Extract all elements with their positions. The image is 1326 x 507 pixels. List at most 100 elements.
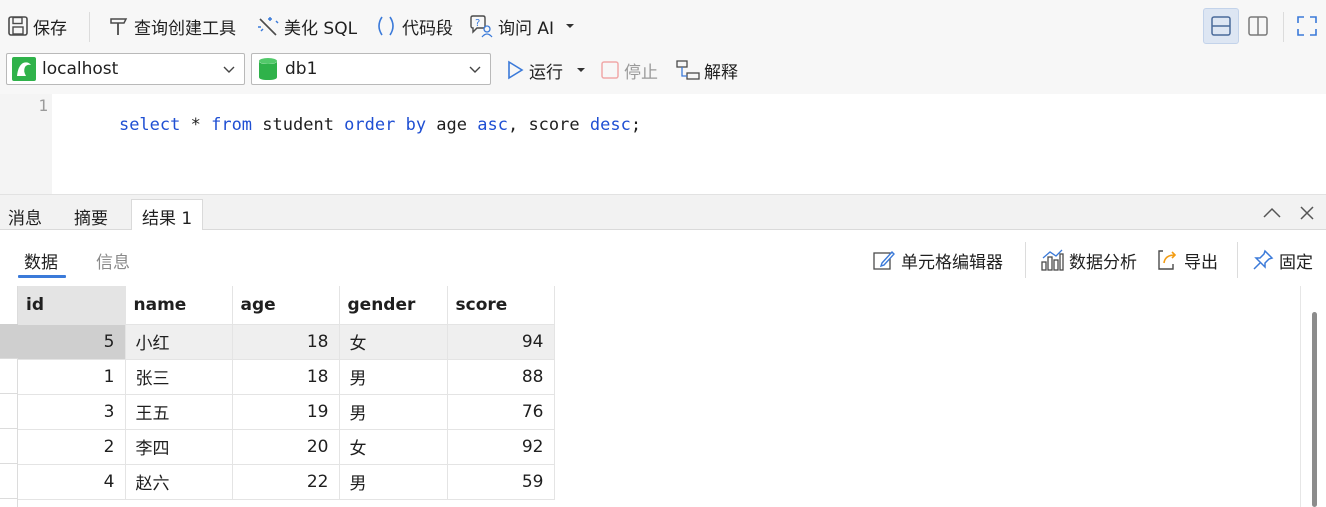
save-label: 保存 (33, 18, 67, 39)
sql-text: , score (507, 115, 590, 135)
toolbar-separator (1025, 242, 1026, 278)
tab-data[interactable]: 数据 (24, 248, 58, 273)
cell-gender[interactable]: 女 (339, 324, 448, 360)
column-header-gender[interactable]: gender (339, 286, 448, 325)
hammer-icon (110, 18, 128, 35)
server-select[interactable]: localhost (6, 53, 245, 85)
close-icon[interactable] (1299, 205, 1315, 221)
stop-label: 停止 (624, 62, 658, 83)
row-header[interactable] (0, 429, 18, 464)
row-header[interactable] (0, 464, 18, 499)
query-builder-button[interactable]: 查询创建工具 (108, 10, 236, 42)
toolbar-separator (89, 12, 90, 42)
cell-name[interactable]: 张三 (125, 359, 233, 395)
split-vertical-icon (1248, 16, 1268, 36)
data-table: id name age gender score 5 小红 18 女 94 1 … (18, 286, 555, 500)
beautify-sql-label: 美化 SQL (284, 18, 358, 39)
tab-messages-label: 消息 (8, 208, 42, 229)
cell-age[interactable]: 20 (232, 429, 340, 465)
ask-ai-button[interactable]: ? 询问 AI (468, 10, 576, 42)
beautify-sql-button[interactable]: 美化 SQL (256, 10, 357, 42)
cell-id[interactable]: 2 (18, 429, 126, 465)
cell-age[interactable]: 22 (232, 464, 340, 500)
row-header[interactable] (0, 359, 18, 394)
layout-vertical-split-button[interactable] (1240, 8, 1276, 44)
main-toolbar: 保存 查询创建工具 美化 SQL 代码段 ? 询问 AI (0, 0, 1326, 50)
svg-text:?: ? (475, 18, 480, 29)
cell-name[interactable]: 王五 (125, 394, 233, 430)
cell-score[interactable]: 59 (447, 464, 555, 500)
cell-name[interactable]: 小红 (125, 324, 233, 360)
sql-keyword-desc: desc (589, 115, 631, 135)
table-row[interactable]: 5 小红 18 女 94 (18, 324, 555, 360)
cell-score[interactable]: 92 (447, 429, 555, 465)
cell-id[interactable]: 4 (18, 464, 126, 500)
cell-name[interactable]: 李四 (125, 429, 233, 465)
fullscreen-icon (1297, 16, 1317, 36)
table-row[interactable]: 4 赵六 22 男 59 (18, 464, 555, 500)
mysql-server-icon (12, 57, 36, 81)
cell-age[interactable]: 19 (232, 394, 340, 430)
cell-id[interactable]: 5 (18, 324, 126, 360)
explain-button[interactable]: 解释 (676, 54, 738, 86)
export-button[interactable]: 导出 (1155, 246, 1218, 274)
sql-keyword-order-by: order by (344, 115, 427, 135)
server-name: localhost (42, 59, 119, 79)
column-header-score[interactable]: score (447, 286, 555, 325)
fullscreen-button[interactable] (1289, 8, 1325, 44)
cell-gender[interactable]: 男 (339, 464, 448, 500)
tab-result-1[interactable]: 结果 1 (131, 199, 204, 232)
sql-text: ; (630, 115, 642, 135)
save-button[interactable]: 保存 (7, 10, 67, 42)
data-analysis-button[interactable]: 数据分析 (1040, 246, 1137, 274)
cell-age[interactable]: 18 (232, 359, 340, 395)
layout-horizontal-split-button[interactable] (1203, 8, 1239, 44)
collapse-up-icon[interactable] (1262, 206, 1282, 220)
tab-summary-label: 摘要 (74, 208, 108, 229)
run-label: 运行 (529, 62, 563, 83)
tab-summary[interactable]: 摘要 (74, 201, 108, 231)
caret-down-icon[interactable] (575, 65, 587, 75)
scrollbar-thumb[interactable] (1312, 312, 1317, 507)
row-header[interactable] (0, 324, 18, 359)
table-row[interactable]: 2 李四 20 女 92 (18, 429, 555, 465)
table-row[interactable]: 3 王五 19 男 76 (18, 394, 555, 430)
save-icon (8, 16, 28, 36)
sql-text: age (426, 115, 478, 135)
cell-gender[interactable]: 女 (339, 429, 448, 465)
cell-id[interactable]: 1 (18, 359, 126, 395)
caret-down-icon[interactable] (564, 21, 576, 31)
vertical-scrollbar[interactable] (1300, 286, 1326, 507)
database-select[interactable]: db1 (251, 53, 491, 85)
cell-gender[interactable]: 男 (339, 359, 448, 395)
code-snippet-label: 代码段 (402, 18, 453, 39)
run-button[interactable]: 运行 (505, 54, 587, 86)
column-header-age[interactable]: age (232, 286, 340, 325)
cell-score[interactable]: 88 (447, 359, 555, 395)
line-number-gutter: 1 (0, 94, 52, 194)
chevron-down-icon (469, 66, 481, 73)
tab-messages[interactable]: 消息 (8, 201, 42, 231)
result-grid[interactable]: id name age gender score 5 小红 18 女 94 1 … (0, 286, 1300, 507)
sql-editor[interactable]: 1 select * from student order by age asc… (0, 94, 1326, 194)
sql-text: * (180, 115, 212, 135)
stop-button[interactable]: 停止 (600, 54, 658, 86)
cell-score[interactable]: 94 (447, 324, 555, 360)
cell-gender[interactable]: 男 (339, 394, 448, 430)
cell-id[interactable]: 3 (18, 394, 126, 430)
tab-info[interactable]: 信息 (96, 248, 130, 273)
stop-icon (601, 61, 619, 79)
data-analysis-label: 数据分析 (1069, 252, 1137, 273)
cell-score[interactable]: 76 (447, 394, 555, 430)
cell-name[interactable]: 赵六 (125, 464, 233, 500)
table-row[interactable]: 1 张三 18 男 88 (18, 359, 555, 395)
cell-age[interactable]: 18 (232, 324, 340, 360)
column-header-name[interactable]: name (125, 286, 233, 325)
pin-button[interactable]: 固定 (1252, 246, 1313, 274)
cell-editor-button[interactable]: 单元格编辑器 (872, 246, 1003, 274)
sql-code-line[interactable]: select * from student order by age asc, … (78, 95, 641, 155)
code-snippet-button[interactable]: 代码段 (374, 10, 453, 42)
column-header-id[interactable]: id (18, 286, 126, 325)
row-header[interactable] (0, 394, 18, 429)
sql-text: student (252, 115, 345, 135)
